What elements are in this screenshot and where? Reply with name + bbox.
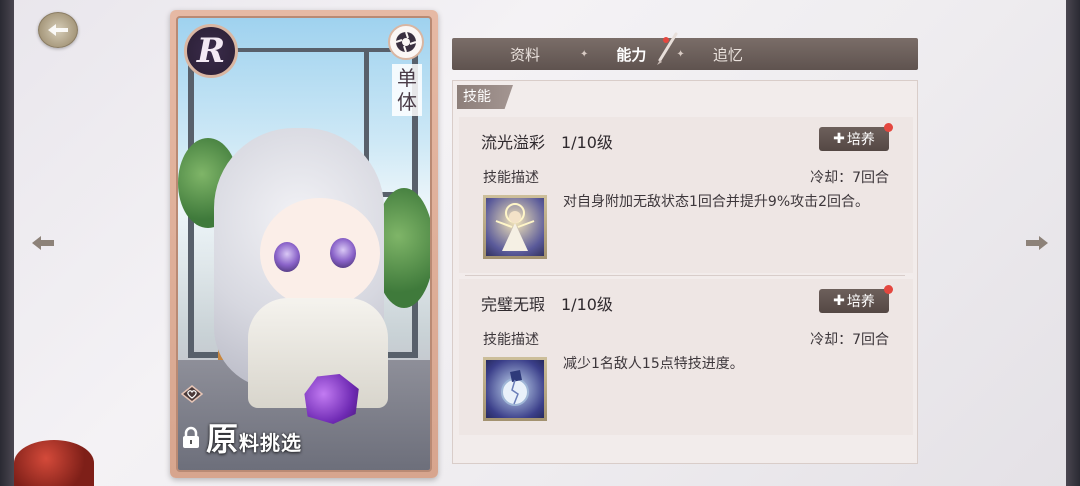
back-button[interactable] bbox=[38, 12, 78, 48]
skill-description: 减少1名敌人15点特技进度。 bbox=[563, 356, 744, 372]
skill-level: 1/10级 bbox=[561, 295, 613, 314]
train-label: 培养 bbox=[846, 294, 875, 310]
notification-dot bbox=[884, 285, 893, 294]
skill-desc-label: 技能描述 bbox=[483, 170, 539, 186]
favorite-heart-button[interactable] bbox=[178, 380, 206, 408]
previous-character-button[interactable] bbox=[30, 230, 56, 256]
heart-icon bbox=[180, 385, 204, 403]
lock-button[interactable] bbox=[180, 426, 202, 450]
train-label: 培养 bbox=[846, 132, 875, 148]
right-arrow-icon bbox=[1026, 236, 1048, 250]
aperture-icon bbox=[395, 31, 417, 53]
skill-card: 流光溢彩 1/10级 ✚ 培养 技能描述 冷却：7回合 对自身附加无敌状态1回合… bbox=[459, 117, 913, 273]
right-eye bbox=[330, 238, 356, 268]
back-arrow-icon bbox=[48, 24, 68, 36]
rose-decoration bbox=[14, 440, 94, 486]
skills-panel: 技能 流光溢彩 1/10级 ✚ 培养 技能描述 冷却：7回合 对自身附加无敌状态… bbox=[452, 80, 918, 464]
skill-name: 流光溢彩 bbox=[481, 133, 546, 152]
panel-tab-skills: 技能 bbox=[457, 85, 513, 109]
plus-icon: ✚ bbox=[833, 131, 845, 147]
active-tab-brush-icon bbox=[654, 32, 680, 70]
notification-dot bbox=[884, 123, 893, 132]
skill-name: 完璧无瑕 bbox=[481, 295, 546, 314]
rarity-letter: R bbox=[196, 31, 226, 71]
skill-icon-frame[interactable] bbox=[483, 195, 547, 259]
plus-icon: ✚ bbox=[833, 293, 845, 309]
tab-memory[interactable]: 追忆 bbox=[713, 44, 743, 65]
target-type-label: 单体 bbox=[392, 64, 422, 116]
skill-description: 对自身附加无敌状态1回合并提升9%攻击2回合。 bbox=[563, 194, 870, 210]
tab-profile[interactable]: 资料 bbox=[510, 44, 540, 65]
character-art: R 单体 原料挑选 bbox=[176, 16, 432, 472]
card-title: 原料挑选 bbox=[206, 414, 302, 460]
skill-cooldown: 冷却：7回合 bbox=[810, 332, 889, 348]
train-skill-button[interactable]: ✚ 培养 bbox=[819, 285, 893, 313]
skill-icon-frame[interactable] bbox=[483, 357, 547, 421]
skill-card: 完璧无瑕 1/10级 ✚ 培养 技能描述 冷却：7回合 减少1名敌人15点特技进… bbox=[459, 279, 913, 435]
character-card[interactable]: R 单体 原料挑选 bbox=[170, 10, 438, 478]
lock-icon bbox=[183, 426, 199, 448]
tab-separator: ✦ bbox=[580, 48, 589, 60]
angel-figure-icon bbox=[486, 198, 544, 256]
skill-level: 1/10级 bbox=[561, 133, 613, 152]
next-character-button[interactable] bbox=[1024, 230, 1050, 256]
left-frame-edge bbox=[0, 0, 14, 486]
skill-desc-label: 技能描述 bbox=[483, 332, 539, 348]
left-eye bbox=[274, 242, 300, 272]
skill-divider bbox=[465, 275, 905, 276]
card-title-rest: 料挑选 bbox=[239, 431, 303, 455]
card-title-big: 原 bbox=[206, 420, 240, 458]
left-arrow-icon bbox=[32, 236, 54, 250]
rarity-badge: R bbox=[184, 24, 238, 78]
train-skill-button[interactable]: ✚ 培养 bbox=[819, 123, 893, 151]
info-tabs: 资料 ✦ 能力 ✦ 追忆 bbox=[452, 38, 918, 70]
character-face bbox=[260, 198, 380, 308]
right-frame-edge bbox=[1066, 0, 1080, 486]
skill-cooldown: 冷却：7回合 bbox=[810, 170, 889, 186]
broken-crystal-icon bbox=[486, 360, 544, 418]
tab-ability[interactable]: 能力 bbox=[616, 44, 646, 65]
type-icon bbox=[388, 24, 424, 60]
